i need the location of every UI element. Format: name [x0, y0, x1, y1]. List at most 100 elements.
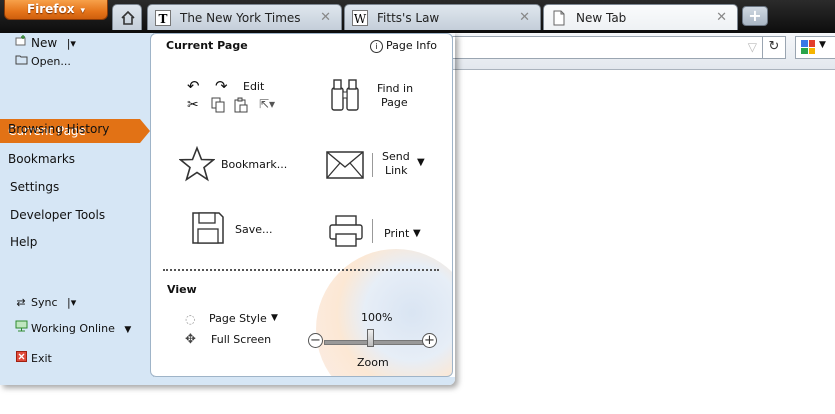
sync-item[interactable]: ⇄ Sync |▾ — [14, 296, 76, 309]
find-in-page-button[interactable]: Find in Page — [329, 78, 439, 118]
send-link-button[interactable]: Send Link ▼ — [326, 149, 441, 185]
google-icon — [801, 40, 815, 54]
tab-title: New Tab — [576, 11, 627, 25]
working-online-item[interactable]: Working Online ▼ — [14, 320, 131, 335]
page-info-label: Page Info — [386, 39, 437, 52]
sync-icon: ⇄ — [16, 296, 26, 309]
nyt-icon: T — [155, 10, 171, 26]
print-button[interactable]: Print ▼ — [328, 214, 438, 250]
svg-text:T: T — [159, 12, 168, 26]
network-icon — [14, 320, 28, 335]
fullscreen-arrows-icon: ✥ — [185, 332, 196, 347]
menu-item-help[interactable]: Help — [10, 235, 37, 249]
chevron-down-icon: ▼ — [124, 325, 132, 335]
cut-icon[interactable]: ✂ — [187, 97, 199, 113]
home-icon — [120, 10, 136, 26]
chevron-down-icon[interactable]: ▼ — [417, 157, 425, 168]
edit-group: ↶ ↷ ✂ ⇱▾ Edit — [187, 77, 277, 117]
zoom-slider-track[interactable] — [324, 340, 426, 345]
full-screen-label: Full Screen — [211, 333, 272, 346]
exit-label: Exit — [31, 352, 52, 365]
chevron-down-icon: ▼ — [819, 40, 826, 50]
edit-label: Edit — [243, 80, 265, 93]
send-link-label-line2: Link — [385, 164, 408, 177]
folder-icon — [14, 54, 28, 68]
paste-icon[interactable] — [234, 97, 248, 116]
sync-label: Sync — [31, 296, 58, 309]
zoom-label: Zoom — [357, 356, 389, 369]
url-bar[interactable]: ▽ ↻ — [452, 36, 786, 59]
close-icon[interactable]: ✕ — [320, 10, 331, 25]
new-tab-button[interactable]: + — [742, 6, 768, 26]
redo-icon[interactable]: ↷ — [215, 77, 228, 95]
separator — [372, 153, 373, 177]
floppy-disk-icon — [191, 211, 225, 248]
new-label: New — [31, 36, 58, 50]
menu-item-developer-tools[interactable]: Developer Tools — [10, 208, 105, 222]
tab-title: Fitts's Law — [377, 11, 440, 25]
palette-icon: ◌ — [185, 312, 196, 326]
exit-icon — [14, 351, 28, 365]
copy-icon[interactable] — [211, 97, 225, 116]
undo-icon[interactable]: ↶ — [187, 77, 200, 95]
app-menu-left-pane: New |▾ Open... Current Page Browsing His… — [0, 33, 154, 385]
reload-icon[interactable]: ↻ — [762, 36, 785, 59]
save-label: Save... — [235, 223, 273, 236]
menu-item-bookmarks[interactable]: Bookmarks — [8, 152, 75, 166]
zoom-out-icon[interactable]: − — [308, 333, 323, 348]
menu-item-browsing-history[interactable]: Browsing History — [8, 122, 109, 136]
menu-item-label: Settings — [10, 180, 60, 194]
new-item[interactable]: New |▾ — [14, 35, 76, 50]
tab-new-tab[interactable]: New Tab ✕ — [543, 4, 738, 30]
tab-nyt[interactable]: T The New York Times ✕ — [147, 4, 342, 30]
section-divider — [163, 269, 439, 271]
page-style-label: Page Style — [209, 312, 267, 325]
select-pointer-icon[interactable]: ⇱▾ — [259, 97, 275, 111]
wikipedia-icon: W — [352, 10, 368, 26]
print-label: Print — [384, 227, 410, 240]
tab-title: The New York Times — [180, 11, 301, 25]
star-icon — [178, 145, 216, 185]
menu-item-label: Help — [10, 235, 38, 249]
find-in-page-label-line2: Page — [381, 96, 408, 109]
close-icon[interactable]: ✕ — [716, 10, 727, 25]
firefox-menu-button[interactable]: Firefox ▾ — [4, 0, 108, 20]
chevron-down-icon: ▼ — [271, 313, 278, 323]
menu-item-label: Developer Tools — [10, 208, 106, 222]
menu-item-label: Browsing History — [8, 122, 110, 136]
info-icon: i — [370, 40, 383, 53]
split-arrow-icon[interactable]: |▾ — [67, 37, 76, 50]
page-info-button[interactable]: i Page Info — [370, 39, 437, 53]
chevron-down-icon: ▾ — [80, 6, 86, 16]
zoom-slider-thumb[interactable] — [367, 329, 374, 347]
send-link-label-line1: Send — [382, 150, 410, 163]
separator — [372, 219, 373, 243]
save-button[interactable]: Save... — [191, 211, 291, 247]
open-item[interactable]: Open... — [14, 54, 71, 68]
page-style-button[interactable]: ◌ Page Style ▼ — [185, 312, 305, 328]
bookmark-button[interactable]: Bookmark... — [178, 145, 299, 185]
binoculars-icon — [329, 78, 361, 115]
working-online-label: Working Online — [31, 322, 115, 335]
chevron-down-icon[interactable]: ▼ — [413, 228, 421, 239]
zoom-value: 100% — [361, 311, 393, 324]
find-in-page-label-line1: Find in — [377, 82, 414, 95]
menu-item-settings[interactable]: Settings — [10, 180, 59, 194]
current-page-panel: Current Page i Page Info ↶ ↷ ✂ ⇱▾ Edit Fi… — [150, 33, 453, 377]
home-tab[interactable] — [112, 4, 142, 30]
close-icon[interactable]: ✕ — [519, 10, 530, 25]
svg-text:W: W — [354, 12, 367, 26]
zoom-in-icon[interactable]: + — [422, 333, 437, 348]
printer-icon — [328, 214, 364, 251]
search-engine-selector[interactable]: ▼ — [795, 36, 835, 59]
bookmark-star-icon[interactable]: ▽ — [748, 40, 757, 54]
full-screen-button[interactable]: ✥ Full Screen — [185, 332, 305, 349]
envelope-icon — [326, 151, 364, 182]
view-heading: View — [167, 283, 197, 296]
current-page-heading: Current Page — [166, 39, 248, 52]
exit-item[interactable]: Exit — [14, 351, 52, 365]
split-arrow-icon[interactable]: |▾ — [67, 296, 76, 309]
page-icon — [551, 10, 567, 26]
new-window-icon — [14, 35, 28, 50]
tab-fitts-law[interactable]: W Fitts's Law ✕ — [344, 4, 541, 30]
